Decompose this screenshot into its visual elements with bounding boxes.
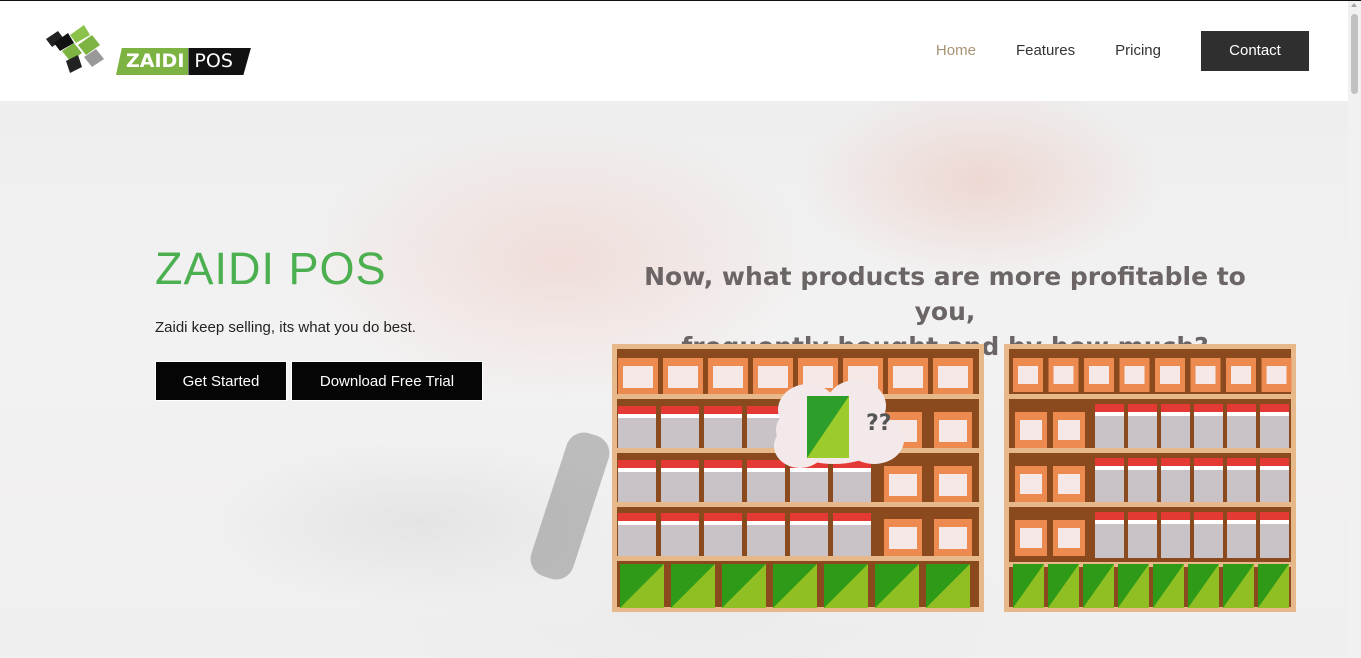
jar <box>1227 404 1256 412</box>
main-nav: Home Features Pricing Contact <box>936 31 1309 71</box>
jar <box>1260 458 1289 466</box>
jar <box>1161 458 1190 466</box>
jar <box>661 460 699 468</box>
jar <box>618 513 656 521</box>
jar <box>1194 512 1223 520</box>
jar <box>704 513 742 521</box>
logo-mark-icon <box>46 25 104 73</box>
shelf-unit-right <box>1004 344 1296 612</box>
jar <box>1161 512 1190 520</box>
jar <box>1194 458 1223 466</box>
scroll-up-arrow-icon[interactable] <box>1351 3 1357 7</box>
jar <box>747 460 785 468</box>
jar <box>1095 404 1124 412</box>
jar <box>1260 512 1289 520</box>
contact-button[interactable]: Contact <box>1201 31 1309 71</box>
background-pen-shape <box>525 427 615 585</box>
shelves-illustration: ?? <box>612 344 1296 612</box>
jar <box>1128 512 1157 520</box>
jar <box>790 513 828 521</box>
jar <box>1227 512 1256 520</box>
scrollbar-thumb[interactable] <box>1351 14 1358 94</box>
jar <box>1128 404 1157 412</box>
hero-section: ZAIDI POS Zaidi keep selling, its what y… <box>0 101 1348 658</box>
jar <box>618 406 656 414</box>
logo-word-zaidi: ZAIDI <box>116 48 189 75</box>
download-trial-button[interactable]: Download Free Trial <box>291 361 483 401</box>
jar <box>661 513 699 521</box>
bubble-question-marks: ?? <box>866 411 892 436</box>
jar <box>618 460 656 468</box>
jar <box>1260 404 1289 412</box>
jar <box>1161 404 1190 412</box>
nav-pricing[interactable]: Pricing <box>1115 31 1161 71</box>
site-header: ZAIDI POS Home Features Pricing Contact <box>0 1 1348 101</box>
nav-home[interactable]: Home <box>936 31 976 71</box>
hero-subtitle: Zaidi keep selling, its what you do best… <box>155 319 416 336</box>
hero-title: ZAIDI POS <box>155 243 387 294</box>
brand-logo[interactable]: ZAIDI POS <box>44 21 274 79</box>
promo-heading-line1: Now, what products are more profitable t… <box>644 262 1246 326</box>
get-started-button[interactable]: Get Started <box>155 361 287 401</box>
jar <box>704 460 742 468</box>
jar <box>1095 458 1124 466</box>
logo-word-pos: POS <box>188 48 251 75</box>
jar <box>704 406 742 414</box>
jar <box>1128 458 1157 466</box>
shelf-unit-left <box>612 344 984 612</box>
nav-features[interactable]: Features <box>1016 31 1075 71</box>
scrollbar[interactable] <box>1348 1 1361 658</box>
logo-wordmark: ZAIDI POS <box>116 48 251 75</box>
jar <box>1227 458 1256 466</box>
jar <box>661 406 699 414</box>
jar <box>833 513 871 521</box>
jar <box>1194 404 1223 412</box>
jar <box>747 513 785 521</box>
jar <box>1095 512 1124 520</box>
